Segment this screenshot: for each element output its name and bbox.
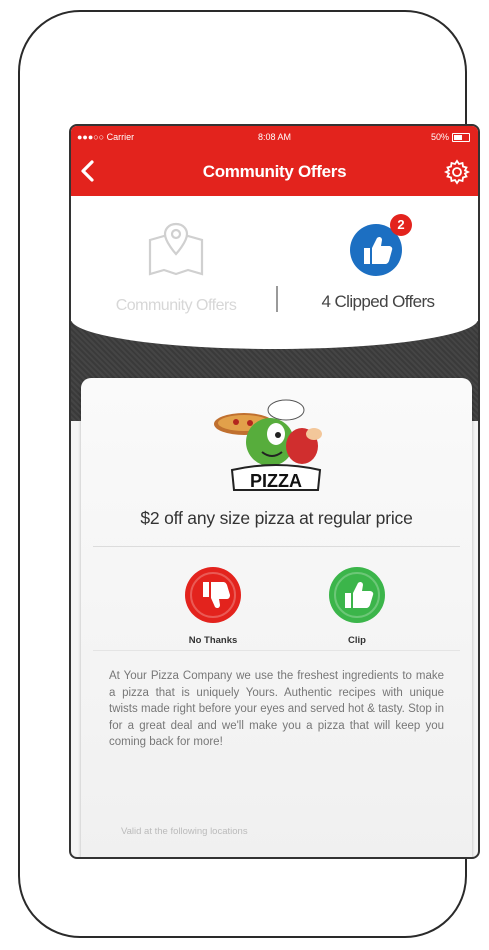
map-pin-icon <box>148 222 204 276</box>
battery-icon <box>452 132 470 142</box>
offer-card: PIZZA $2 off any size pizza at regular p… <box>81 378 472 857</box>
clip-label: Clip <box>348 635 366 646</box>
pizza-logo-text: PIZZA <box>250 471 302 491</box>
nav-bar: Community Offers <box>71 148 478 196</box>
tab-clipped-label: 4 Clipped Offers <box>321 292 436 311</box>
clipped-icon-wrap: 2 <box>346 214 412 278</box>
clip-button[interactable]: Clip <box>317 566 397 646</box>
divider <box>93 650 460 651</box>
clipped-count-badge: 2 <box>390 214 412 236</box>
tab-clipped-offers[interactable]: 2 4 Clipped Offers <box>293 214 463 318</box>
status-bar: ●●●○○ Carrier 8:08 AM 50% <box>71 126 478 148</box>
tab-community-offers[interactable]: Community Offers <box>91 218 261 318</box>
no-thanks-button[interactable]: No Thanks <box>173 566 253 646</box>
clock: 8:08 AM <box>257 132 292 142</box>
tab-divider <box>276 286 278 312</box>
divider <box>93 546 460 547</box>
no-thanks-label: No Thanks <box>188 635 238 646</box>
thumbs-up-icon <box>329 567 385 623</box>
page-title: Community Offers <box>202 162 347 181</box>
offer-description: At Your Pizza Company we use the freshes… <box>109 670 444 748</box>
battery-percent: 50% <box>430 132 449 142</box>
valid-locations-link[interactable]: Valid at the following locations <box>121 826 248 837</box>
phone-frame: ●●●○○ Carrier 8:08 AM 50% Community Offe… <box>18 10 480 938</box>
thumbs-down-icon <box>185 567 241 623</box>
battery-indicator: 50% <box>431 132 470 142</box>
pizza-chef-image: PIZZA <box>214 399 322 491</box>
gear-icon[interactable] <box>444 159 470 185</box>
pizza-logo: PIZZA <box>206 396 346 496</box>
tab-community-label: Community Offers <box>115 297 237 314</box>
app-screen: ●●●○○ Carrier 8:08 AM 50% Community Offe… <box>69 124 480 859</box>
offer-headline: $2 off any size pizza at regular price <box>140 508 413 528</box>
